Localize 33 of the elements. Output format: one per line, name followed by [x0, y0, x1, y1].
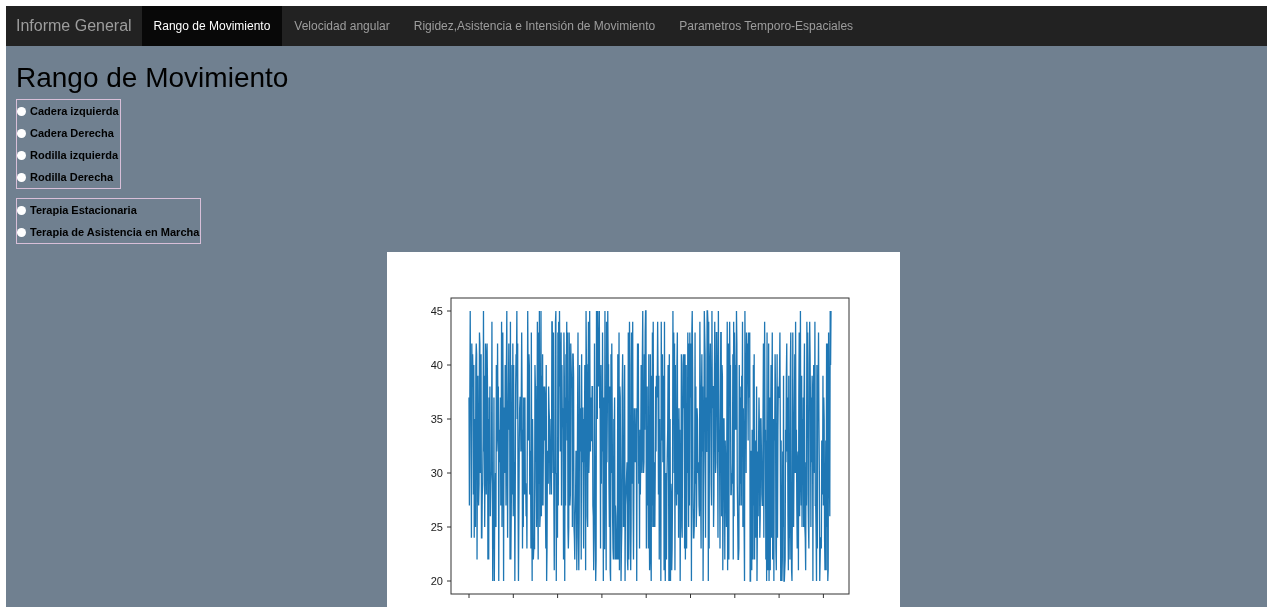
page-title: Rango de Movimiento: [16, 61, 290, 95]
y-tick: 25: [430, 521, 451, 533]
y-tick: 30: [430, 467, 451, 479]
y-tick: 40: [430, 359, 451, 371]
nav-tab[interactable]: Parametros Temporo-Espaciales: [667, 6, 866, 46]
radio-option[interactable]: Rodilla Derecha: [17, 166, 119, 188]
x-tick: [512, 593, 514, 599]
radio-option[interactable]: Terapia Estacionaria: [17, 199, 200, 221]
radio-option[interactable]: Cadera izquierda: [17, 100, 119, 122]
nav-tab[interactable]: Velocidad angular: [282, 6, 402, 46]
x-tick: [600, 593, 602, 599]
nav-tab[interactable]: Rango de Movimiento: [141, 6, 283, 46]
x-tick: [822, 593, 824, 599]
radio-button[interactable]: [17, 227, 26, 237]
x-tick: [556, 593, 558, 599]
radio-option[interactable]: Rodilla izquierda: [17, 144, 119, 166]
y-tick: 35: [430, 413, 451, 425]
x-tick: [468, 593, 469, 599]
x-tick: [645, 593, 647, 599]
nav-tab[interactable]: Rigidez,Asistencia e Intensión de Movimiento: [401, 6, 668, 46]
radio-option[interactable]: Terapia de Asistencia en Marcha: [17, 221, 200, 243]
y-tick: 20: [430, 575, 451, 587]
y-tick: 45: [430, 305, 451, 317]
radio-button[interactable]: [17, 150, 26, 160]
radio-button[interactable]: [17, 106, 26, 116]
radio-option[interactable]: Cadera Derecha: [17, 122, 119, 144]
radio-button[interactable]: [17, 205, 26, 215]
x-tick: [689, 593, 691, 599]
x-tick: [733, 593, 735, 599]
radio-button[interactable]: [17, 172, 26, 182]
radio-button[interactable]: [17, 128, 26, 138]
brand-link[interactable]: Informe General: [6, 6, 142, 46]
x-tick: [778, 593, 780, 599]
